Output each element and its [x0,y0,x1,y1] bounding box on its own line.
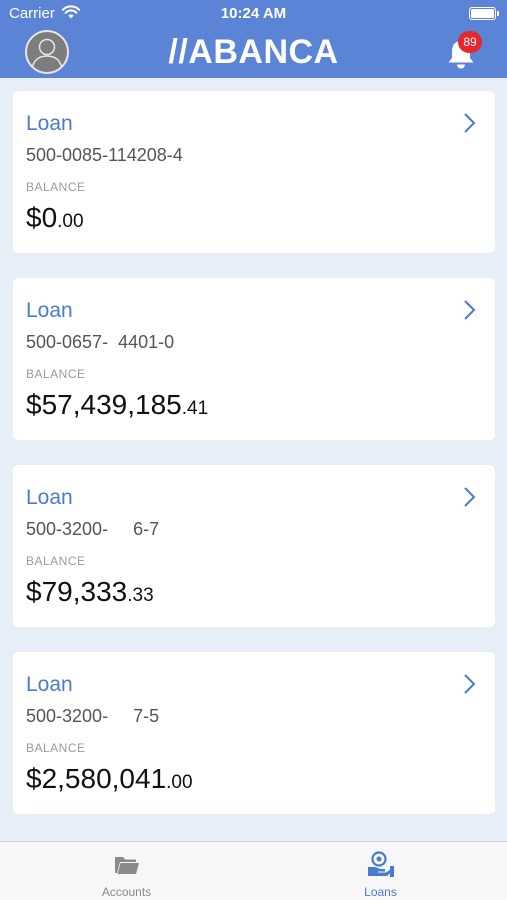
loan-balance: $0.00 [26,202,84,234]
loan-number: 500-0085-114208-4 [26,145,183,165]
tab-accounts[interactable]: Accounts [0,842,253,900]
loan-hand-icon [367,851,394,877]
loan-number: 500-3200- 7-5 [26,706,160,726]
balance-cents: .00 [57,211,84,232]
tab-label: Accounts [101,885,152,899]
clock-time: 10:24 AM [220,5,287,22]
balance-main: $79,333 [26,576,128,607]
balance-label: BALANCE [26,741,86,755]
app-header: Carrier 10:24 AM //ABANCA 89 [0,0,507,78]
loan-title: Loan [26,486,73,509]
chevron-right-icon [464,300,476,320]
chevron-right-icon [464,113,476,133]
loan-balance: $57,439,185.41 [26,389,208,421]
balance-main: $2,580,041 [26,763,167,794]
balance-main: $0 [26,202,58,233]
abanca-logo: //ABANCA [168,33,339,71]
loan-card[interactable]: Loan 500-0085-114208-4 BALANCE $0.00 [13,91,495,253]
balance-label: BALANCE [26,180,86,194]
chevron-right-icon [464,674,476,694]
loan-card[interactable]: Loan 500-0657- 4401-0 BALANCE $57,439,18… [13,278,495,440]
balance-cents: .33 [127,585,154,606]
loan-title: Loan [26,112,73,135]
balance-main: $57,439,185 [26,389,182,420]
loan-balance: $79,333.33 [26,576,154,608]
battery-icon [469,7,499,20]
status-bar: Carrier 10:24 AM [0,0,507,28]
loan-balance: $2,580,041.00 [26,763,193,795]
balance-label: BALANCE [26,367,86,381]
balance-label: BALANCE [26,554,86,568]
tab-label: Loans [364,885,397,899]
loan-number: 500-0657- 4401-0 [26,332,175,352]
balance-cents: .00 [166,772,193,793]
chevron-right-icon [464,487,476,507]
tab-bar: Accounts Loans [0,841,507,900]
balance-cents: .41 [181,398,209,419]
loan-title: Loan [26,673,73,696]
notification-count-badge: 89 [458,31,482,53]
loan-title: Loan [26,299,73,322]
loan-number: 500-3200- 6-7 [26,519,160,539]
loan-card[interactable]: Loan 500-3200- 6-7 BALANCE $79,333.33 [13,465,495,627]
tab-loans[interactable]: Loans [254,842,507,900]
loan-card[interactable]: Loan 500-3200- 7-5 BALANCE $2,580,041.00 [13,652,495,814]
folder-icon [114,857,139,874]
loans-list: Loan 500-0085-114208-4 BALANCE $0.00 Loa… [0,78,507,841]
